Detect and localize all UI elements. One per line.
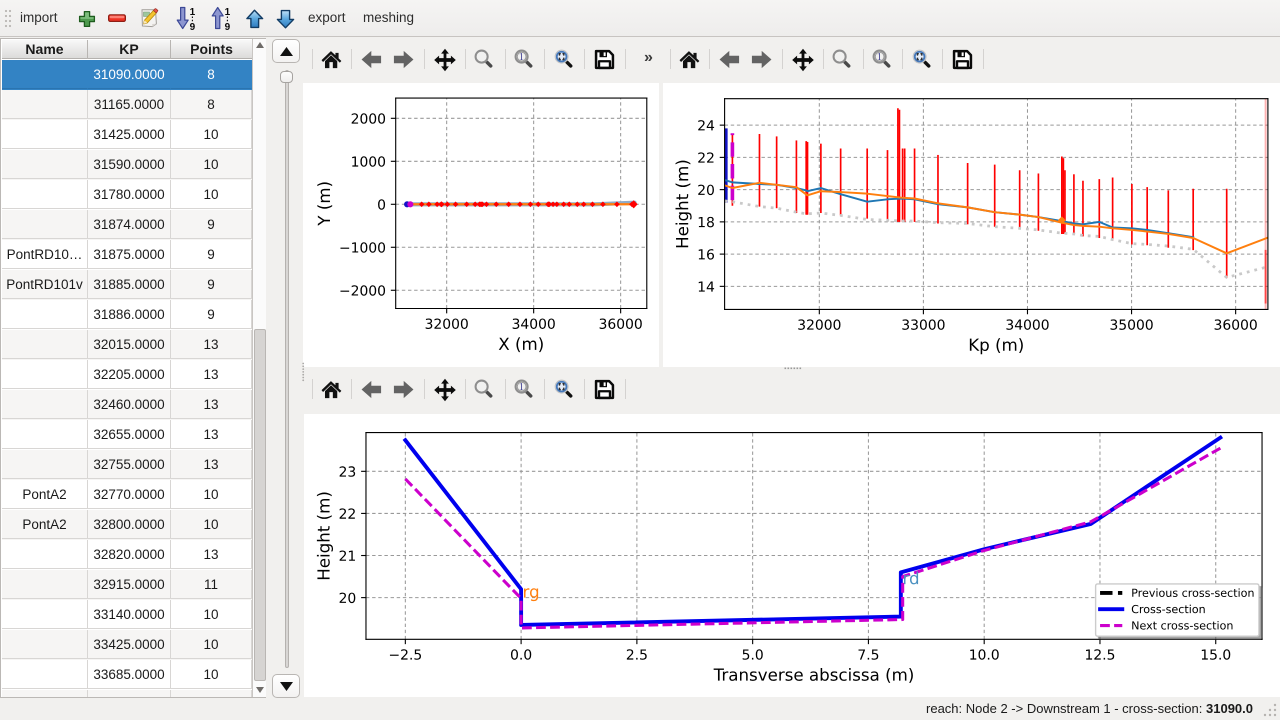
- svg-text:9: 9: [225, 22, 231, 31]
- svg-text:1: 1: [225, 7, 231, 18]
- svg-text:1: 1: [877, 52, 882, 63]
- svg-text:1: 1: [519, 382, 524, 393]
- svg-text:1: 1: [190, 7, 196, 18]
- svg-text:9: 9: [190, 22, 196, 31]
- svg-text:1: 1: [519, 52, 524, 63]
